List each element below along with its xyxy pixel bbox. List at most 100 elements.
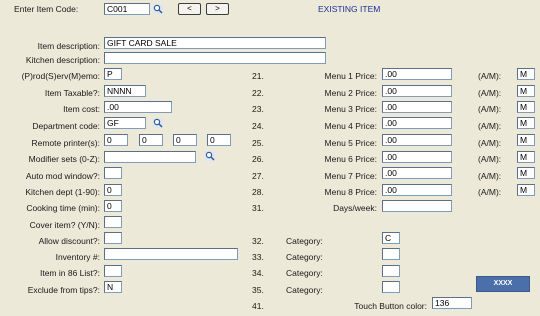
kitchen-description-input[interactable] bbox=[104, 52, 326, 64]
kitchen-dept-input[interactable]: 0 bbox=[104, 184, 122, 196]
menu-price-number: 24. bbox=[252, 121, 264, 131]
category-label: Category: bbox=[286, 268, 323, 278]
am-label: (A/M): bbox=[478, 104, 502, 114]
type-label: (P)rod(S)erv(M)emo: bbox=[21, 71, 100, 81]
list86-input[interactable] bbox=[104, 265, 122, 277]
menu-price-input[interactable]: .00 bbox=[382, 117, 452, 129]
touch-button-color-input[interactable]: 136 bbox=[432, 297, 472, 309]
menu-price-number: 23. bbox=[252, 104, 264, 114]
touch-button-label: Touch Button color: bbox=[354, 301, 427, 311]
cost-input[interactable]: .00 bbox=[104, 101, 172, 113]
description-input[interactable]: GIFT CARD SALE bbox=[104, 37, 326, 49]
category-number: 33. bbox=[252, 252, 264, 262]
menu-price-input[interactable]: .00 bbox=[382, 184, 452, 196]
menu-price-number: 27. bbox=[252, 171, 264, 181]
menu-price-input[interactable]: .00 bbox=[382, 85, 452, 97]
modifier-label: Modifier sets (0-Z): bbox=[28, 154, 100, 164]
inventory-label: Inventory #: bbox=[55, 252, 100, 262]
category-input[interactable] bbox=[382, 265, 400, 277]
am-label: (A/M): bbox=[478, 88, 502, 98]
taxable-input[interactable]: NNNN bbox=[104, 85, 146, 97]
department-label: Department code: bbox=[32, 121, 100, 131]
discount-label: Allow discount?: bbox=[38, 236, 100, 246]
am-label: (A/M): bbox=[478, 187, 502, 197]
printer-2-input[interactable]: 0 bbox=[139, 134, 163, 146]
menu-price-number: 26. bbox=[252, 154, 264, 164]
auto-mod-label: Auto mod window?: bbox=[25, 171, 100, 181]
kitchen-dept-label: Kitchen dept (1-90): bbox=[25, 187, 100, 197]
discount-input[interactable] bbox=[104, 232, 122, 244]
menu-price-label: Menu 1 Price: bbox=[324, 71, 377, 81]
tips-input[interactable]: N bbox=[104, 281, 122, 293]
days-label: Days/week: bbox=[333, 203, 377, 213]
menu-price-label: Menu 4 Price: bbox=[324, 121, 377, 131]
category-label: Category: bbox=[286, 252, 323, 262]
menu-price-number: 21. bbox=[252, 71, 264, 81]
taxable-label: Item Taxable?: bbox=[44, 88, 100, 98]
am-label: (A/M): bbox=[478, 154, 502, 164]
am-input[interactable]: M bbox=[517, 167, 535, 179]
description-label: Item description: bbox=[37, 41, 100, 51]
item-code-search-icon[interactable] bbox=[153, 4, 163, 14]
menu-price-input[interactable]: .00 bbox=[382, 151, 452, 163]
menu-price-input[interactable]: .00 bbox=[382, 68, 452, 80]
am-input[interactable]: M bbox=[517, 134, 535, 146]
list86-label: Item in 86 List?: bbox=[39, 268, 100, 278]
kitchen-description-label: Kitchen description: bbox=[25, 55, 100, 65]
am-input[interactable]: M bbox=[517, 85, 535, 97]
printers-label: Remote printer(s): bbox=[31, 138, 101, 148]
menu-price-label: Menu 2 Price: bbox=[324, 88, 377, 98]
days-number: 31. bbox=[252, 203, 264, 213]
touch-button-number: 41. bbox=[252, 301, 264, 311]
printer-3-input[interactable]: 0 bbox=[173, 134, 197, 146]
type-input[interactable]: P bbox=[104, 68, 122, 80]
modifier-input[interactable] bbox=[104, 151, 196, 163]
am-input[interactable]: M bbox=[517, 184, 535, 196]
category-input[interactable] bbox=[382, 248, 400, 260]
cooking-time-label: Cooking time (min): bbox=[26, 203, 100, 213]
category-input[interactable] bbox=[382, 281, 400, 293]
previous-item-button[interactable]: < bbox=[178, 3, 201, 15]
department-search-icon[interactable] bbox=[153, 118, 163, 128]
next-item-button[interactable]: > bbox=[206, 3, 229, 15]
department-input[interactable]: GF bbox=[104, 117, 146, 129]
cover-input[interactable] bbox=[104, 216, 122, 228]
menu-price-label: Menu 8 Price: bbox=[324, 187, 377, 197]
am-input[interactable]: M bbox=[517, 101, 535, 113]
am-label: (A/M): bbox=[478, 138, 502, 148]
days-input[interactable] bbox=[382, 200, 452, 212]
menu-price-number: 25. bbox=[252, 138, 264, 148]
category-number: 35. bbox=[252, 285, 264, 295]
modifier-search-icon[interactable] bbox=[205, 151, 215, 161]
cover-label: Cover item? (Y/N): bbox=[29, 220, 100, 230]
menu-price-number: 28. bbox=[252, 187, 264, 197]
cost-label: Item cost: bbox=[63, 104, 100, 114]
item-maintenance-panel: Enter Item Code: C001 < > EXISTING ITEM … bbox=[0, 0, 540, 316]
item-code-label: Enter Item Code: bbox=[14, 4, 79, 14]
menu-price-label: Menu 5 Price: bbox=[324, 138, 377, 148]
menu-price-label: Menu 6 Price: bbox=[324, 154, 377, 164]
printer-1-input[interactable]: 0 bbox=[104, 134, 128, 146]
am-label: (A/M): bbox=[478, 121, 502, 131]
category-number: 32. bbox=[252, 236, 264, 246]
am-label: (A/M): bbox=[478, 171, 502, 181]
menu-price-input[interactable]: .00 bbox=[382, 167, 452, 179]
category-number: 34. bbox=[252, 268, 264, 278]
menu-price-number: 22. bbox=[252, 88, 264, 98]
auto-mod-input[interactable] bbox=[104, 167, 122, 179]
am-label: (A/M): bbox=[478, 71, 502, 81]
am-input[interactable]: M bbox=[517, 68, 535, 80]
touch-button-color-swatch[interactable]: XXXX bbox=[476, 276, 530, 292]
am-input[interactable]: M bbox=[517, 117, 535, 129]
cooking-time-input[interactable]: 0 bbox=[104, 200, 122, 212]
item-code-input[interactable]: C001 bbox=[104, 3, 150, 15]
printer-4-input[interactable]: 0 bbox=[207, 134, 231, 146]
category-label: Category: bbox=[286, 285, 323, 295]
menu-price-input[interactable]: .00 bbox=[382, 101, 452, 113]
menu-price-label: Menu 3 Price: bbox=[324, 104, 377, 114]
inventory-input[interactable] bbox=[104, 248, 238, 260]
menu-price-input[interactable]: .00 bbox=[382, 134, 452, 146]
category-input[interactable]: C bbox=[382, 232, 400, 244]
am-input[interactable]: M bbox=[517, 151, 535, 163]
item-status-title: EXISTING ITEM bbox=[318, 4, 381, 14]
